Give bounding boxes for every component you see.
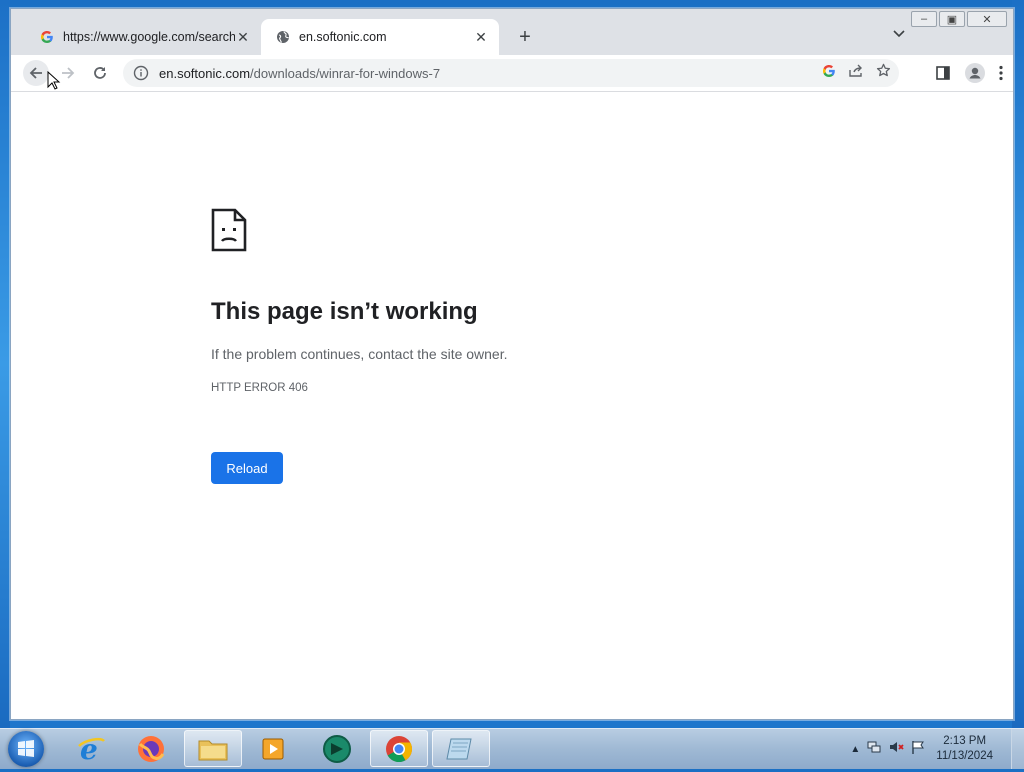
site-info-icon[interactable] bbox=[133, 65, 149, 81]
bookmark-star-icon[interactable] bbox=[876, 63, 891, 83]
error-heading: This page isn’t working bbox=[211, 298, 478, 325]
clock-date: 11/13/2024 bbox=[936, 750, 993, 762]
url-host: en.softonic.com bbox=[159, 65, 251, 81]
start-button-icon[interactable] bbox=[8, 731, 44, 767]
internet-explorer-icon[interactable]: e bbox=[62, 730, 120, 767]
browser-toolbar: en.softonic.com/downloads/winrar-for-win… bbox=[11, 55, 1013, 92]
browser-window: https://www.google.com/search ✕ en.softo… bbox=[10, 8, 1014, 720]
action-center-flag-icon[interactable] bbox=[910, 739, 926, 760]
menu-kebab-icon[interactable] bbox=[999, 65, 1003, 86]
show-desktop-button[interactable] bbox=[1011, 729, 1024, 769]
tab-softonic[interactable]: en.softonic.com ✕ bbox=[261, 19, 499, 55]
tab-title: https://www.google.com/search bbox=[63, 30, 235, 44]
toolbar-right bbox=[935, 63, 1003, 88]
taskbar-clock[interactable]: 2:13 PM 11/13/2024 bbox=[936, 734, 993, 764]
notepad-icon[interactable] bbox=[432, 730, 490, 767]
side-panel-icon[interactable] bbox=[935, 65, 951, 86]
tab-strip: https://www.google.com/search ✕ en.softo… bbox=[11, 9, 1013, 55]
tab-search-chevron-icon[interactable] bbox=[893, 27, 905, 41]
profile-avatar-icon[interactable] bbox=[965, 63, 985, 88]
error-page: This page isn’t working If the problem c… bbox=[11, 92, 1013, 718]
google-lens-icon[interactable] bbox=[822, 64, 836, 83]
network-icon[interactable] bbox=[866, 739, 882, 760]
close-window-icon[interactable]: ✕ bbox=[967, 11, 1007, 27]
share-icon[interactable] bbox=[848, 64, 864, 83]
google-g-icon bbox=[39, 29, 55, 45]
omnibox-actions bbox=[822, 63, 891, 83]
url-text: en.softonic.com/downloads/winrar-for-win… bbox=[159, 66, 440, 81]
taskbar: e ▲ 2:13 PM 11/13/2024 bbox=[0, 728, 1024, 769]
back-arrow-icon[interactable] bbox=[23, 60, 49, 86]
media-player-icon[interactable] bbox=[244, 730, 302, 767]
show-hidden-icons-icon[interactable]: ▲ bbox=[850, 744, 860, 755]
file-explorer-icon[interactable] bbox=[184, 730, 242, 767]
minimize-icon[interactable]: – bbox=[911, 11, 937, 27]
new-tab-icon[interactable]: + bbox=[513, 25, 537, 49]
tab-google-search[interactable]: https://www.google.com/search ✕ bbox=[25, 19, 261, 55]
volume-muted-icon[interactable] bbox=[888, 739, 904, 760]
maximize-icon[interactable]: ▣ bbox=[939, 11, 965, 27]
green-app-icon[interactable] bbox=[308, 730, 366, 767]
tab-title: en.softonic.com bbox=[299, 30, 387, 44]
window-caption-buttons: – ▣ ✕ bbox=[911, 11, 1007, 27]
firefox-icon[interactable] bbox=[122, 730, 180, 767]
desktop-background bbox=[0, 0, 10, 728]
sad-document-icon bbox=[211, 208, 247, 257]
chrome-icon[interactable] bbox=[370, 730, 428, 767]
clock-time: 2:13 PM bbox=[943, 735, 987, 747]
mouse-cursor-icon bbox=[47, 70, 61, 96]
error-code: HTTP ERROR 406 bbox=[211, 382, 308, 394]
tab-close-icon[interactable]: ✕ bbox=[473, 29, 489, 46]
globe-icon bbox=[275, 29, 291, 45]
system-tray: ▲ 2:13 PM 11/13/2024 bbox=[850, 729, 1024, 769]
reload-icon[interactable] bbox=[87, 60, 113, 86]
tab-close-icon[interactable]: ✕ bbox=[235, 29, 251, 46]
error-message: If the problem continues, contact the si… bbox=[211, 346, 508, 362]
url-path: /downloads/winrar-for-windows-7 bbox=[250, 65, 441, 81]
address-bar[interactable]: en.softonic.com/downloads/winrar-for-win… bbox=[123, 59, 899, 87]
reload-button[interactable]: Reload bbox=[211, 452, 283, 484]
